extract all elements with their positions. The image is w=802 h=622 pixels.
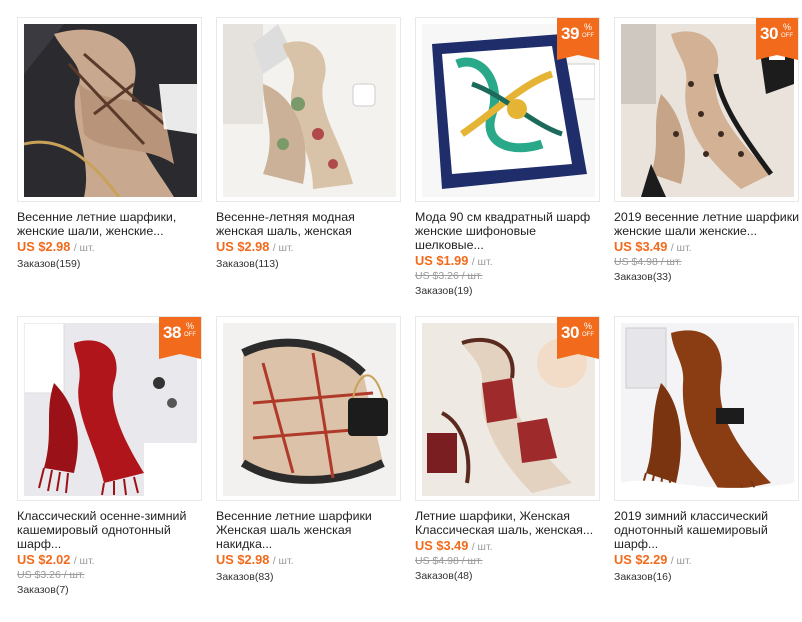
discount-badge: 39 % OFF [557,18,599,60]
price-unit: / шт. [272,242,294,254]
discount-value: 30 [561,323,579,342]
product-price: US $2.98 / шт. [216,552,401,569]
product-price: US $1.99 / шт. [415,253,600,270]
product-card[interactable]: 38 % OFF Классический осенне-зимний кашем… [17,316,202,597]
old-price: US $3.26 / шт. [17,569,85,581]
discount-badge: 38 % OFF [159,317,201,359]
price-unit: / шт. [471,541,493,553]
product-title[interactable]: Классический осенне-зимний кашемировый о… [17,509,203,551]
order-count: Заказов(33) [614,271,672,283]
product-title[interactable]: Весенние летние шарфики, женские шали, ж… [17,210,203,238]
product-title[interactable]: Весенне-летняя модная женская шаль, женс… [216,210,402,238]
product-card[interactable]: 30 % OFF Летние шарфики, Женская Классиче… [415,316,600,583]
product-image[interactable] [614,316,799,501]
product-image[interactable]: 38 % OFF [17,316,202,501]
price-amount: US $2.98 [216,552,270,567]
discount-label: % OFF [582,321,594,339]
order-count: Заказов(7) [17,584,69,596]
price-amount: US $1.99 [415,253,469,268]
product-card[interactable]: 2019 зимний классический однотонный каше… [614,316,799,584]
product-card[interactable]: 30 % OFF 2019 весенние летние шарфики жен… [614,17,799,284]
order-count: Заказов(19) [415,285,473,297]
discount-value: 30 [760,24,778,43]
product-card[interactable]: Весенние летние шарфики Женская шаль жен… [216,316,401,584]
order-count: Заказов(159) [17,258,81,270]
product-price: US $2.02 / шт. [17,552,202,569]
price-unit: / шт. [73,242,95,254]
price-amount: US $3.49 [614,239,668,254]
product-card[interactable]: Весенние летние шарфики, женские шали, ж… [17,17,202,271]
price-unit: / шт. [471,256,493,268]
price-amount: US $2.98 [216,239,270,254]
product-price: US $2.29 / шт. [614,552,799,569]
product-price: US $2.98 / шт. [17,239,202,256]
old-price: US $3.26 / шт. [415,270,483,282]
product-price: US $2.98 / шт. [216,239,401,256]
price-unit: / шт. [670,242,692,254]
order-count: Заказов(83) [216,571,274,583]
discount-value: 38 [163,323,181,342]
price-unit: / шт. [73,555,95,567]
price-amount: US $2.29 [614,552,668,567]
product-image[interactable]: 30 % OFF [614,17,799,202]
discount-label: % OFF [184,321,196,339]
product-image[interactable] [17,17,202,202]
order-count: Заказов(113) [216,258,279,270]
product-grid: Весенние летние шарфики, женские шали, ж… [0,0,802,622]
discount-badge: 30 % OFF [756,18,798,60]
price-amount: US $3.49 [415,538,469,553]
product-title[interactable]: 2019 зимний классический однотонный каше… [614,509,800,551]
old-price: US $4.98 / шт. [614,256,682,268]
price-unit: / шт. [272,555,294,567]
product-price: US $3.49 / шт. [614,239,799,256]
product-title[interactable]: 2019 весенние летние шарфики женские шал… [614,210,800,238]
product-card[interactable]: Весенне-летняя модная женская шаль, женс… [216,17,401,271]
product-image[interactable]: 30 % OFF [415,316,600,501]
product-card[interactable]: 39 % OFF Мода 90 см квадратный шарф женск… [415,17,600,298]
product-title[interactable]: Весенние летние шарфики Женская шаль жен… [216,509,402,551]
product-price: US $3.49 / шт. [415,538,600,555]
product-image[interactable]: 39 % OFF [415,17,600,202]
discount-value: 39 [561,24,579,43]
discount-badge: 30 % OFF [557,317,599,359]
product-image[interactable] [216,316,401,501]
discount-label: % OFF [781,22,793,40]
old-price: US $4.98 / шт. [415,555,483,567]
order-count: Заказов(48) [415,570,473,582]
order-count: Заказов(16) [614,571,672,583]
product-title[interactable]: Мода 90 см квадратный шарф женские шифон… [415,210,601,252]
discount-label: % OFF [582,22,594,40]
product-image[interactable] [216,17,401,202]
price-amount: US $2.98 [17,239,71,254]
price-amount: US $2.02 [17,552,71,567]
product-title[interactable]: Летние шарфики, Женская Классическая шал… [415,509,601,537]
price-unit: / шт. [670,555,692,567]
